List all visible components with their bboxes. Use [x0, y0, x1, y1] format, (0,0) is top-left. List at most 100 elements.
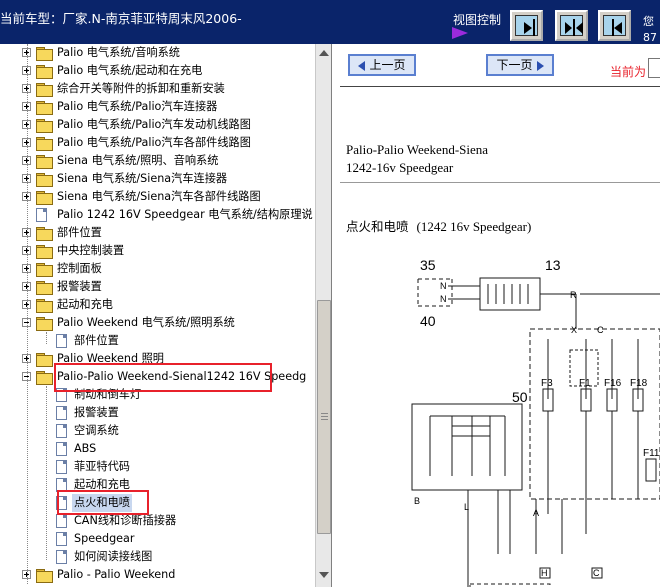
tree-item[interactable]: 空调系统: [0, 422, 320, 440]
label-r-top: R: [570, 290, 577, 300]
label-n-bottom: N: [440, 294, 447, 304]
label-c-top: C: [597, 325, 604, 335]
folder-icon: [36, 227, 53, 241]
next-page-label: 下一页: [496, 58, 533, 72]
folder-icon: [36, 137, 53, 151]
folder-icon: [36, 65, 53, 79]
folder-icon: [36, 317, 53, 331]
folder-icon: [36, 119, 53, 133]
tree-item-label: Palio 电气系统/Palio汽车各部件线路图: [57, 136, 251, 149]
folder-icon: [36, 281, 53, 295]
tree-scrollbar[interactable]: [315, 44, 331, 587]
document-icon: [56, 334, 67, 348]
tree-item-label: Palio 电气系统/Palio汽车发动机线路图: [57, 118, 251, 131]
tree-item[interactable]: ABS: [0, 440, 320, 458]
folder-icon: [36, 83, 53, 97]
tree-guide-line: [27, 44, 28, 584]
wiring-diagram: 35 40 13 50 N N R X C F3 F1 F16 F18 F11 …: [411, 257, 660, 587]
label-f16: F16: [604, 378, 622, 389]
tree-item[interactable]: 部件位置: [0, 224, 320, 242]
document-icon: [36, 208, 47, 222]
tree-item[interactable]: Palio 电气系统/音响系统: [0, 44, 320, 62]
prev-page-label: 上一页: [369, 58, 406, 72]
tree-item-label: 报警装置: [57, 280, 102, 293]
tree-item[interactable]: CAN线和诊断插接器: [0, 512, 320, 530]
label-35: 35: [420, 257, 436, 273]
view-both-panels-button[interactable]: [555, 10, 588, 41]
tree-item-label: 部件位置: [57, 226, 102, 239]
folder-icon: [36, 101, 53, 115]
scroll-down-icon[interactable]: [319, 572, 329, 578]
tree-item-label: ABS: [74, 442, 97, 455]
tree-item[interactable]: 部件位置: [0, 332, 320, 350]
tree-item[interactable]: Palio - Palio Weekend: [0, 566, 320, 584]
view-right-panel-button[interactable]: [510, 10, 543, 41]
panel-right-icon: [515, 15, 538, 36]
label-n-top: N: [440, 281, 447, 291]
highlight-box-selected: [57, 490, 149, 515]
folder-icon: [36, 191, 53, 205]
tree-item[interactable]: Palio 电气系统/起动和在充电: [0, 62, 320, 80]
tree-item[interactable]: 控制面板: [0, 260, 320, 278]
tree-item[interactable]: Palio 1242 16V Speedgear 电气系统/结构原理说: [0, 206, 320, 224]
tree-item[interactable]: 综合开关等附件的拆卸和重新安装: [0, 80, 320, 98]
tree-item[interactable]: Palio 电气系统/Palio汽车各部件线路图: [0, 134, 320, 152]
current-page-input[interactable]: [648, 58, 660, 78]
document-icon: [56, 424, 67, 438]
label-c-bottom: C: [593, 568, 600, 578]
tree-item[interactable]: Palio Weekend 电气系统/照明系统: [0, 314, 320, 332]
tree-item-label: 控制面板: [57, 262, 102, 275]
current-model-title: 当前车型：厂家.N-南京菲亚特周末风2006-: [0, 11, 242, 26]
scrollbar-thumb[interactable]: [317, 300, 331, 534]
tree-item[interactable]: 如何阅读接线图: [0, 548, 320, 566]
label-50: 50: [512, 389, 528, 405]
folder-icon: [36, 173, 53, 187]
tree-item-label: Palio Weekend 电气系统/照明系统: [57, 316, 235, 329]
tree-item[interactable]: 起动和充电: [0, 296, 320, 314]
tree-item-selected[interactable]: 点火和电喷: [0, 494, 320, 512]
label-13: 13: [545, 257, 561, 273]
scroll-up-icon[interactable]: [319, 50, 329, 56]
folder-icon: [36, 299, 53, 313]
tree-item[interactable]: Siena 电气系统/照明、音响系统: [0, 152, 320, 170]
section-title: 点火和电喷 (1242 16v Speedgear): [346, 216, 531, 235]
tree-item-label: Palio 电气系统/起动和在充电: [57, 64, 203, 77]
view-left-panel-button[interactable]: [598, 10, 631, 41]
next-arrow-icon: [536, 60, 544, 71]
tree-item-label: Palio 电气系统/Palio汽车连接器: [57, 100, 218, 113]
next-page-button[interactable]: 下一页: [486, 54, 554, 76]
label-l: L: [464, 502, 469, 512]
label-f11: F11: [643, 448, 660, 459]
tree-item[interactable]: 起动和充电: [0, 476, 320, 494]
page-nav-bar: 上一页 下一页 当前为: [340, 44, 660, 86]
tree-item-label: Siena 电气系统/照明、音响系统: [57, 154, 219, 167]
tree-item[interactable]: Siena 电气系统/Siena汽车各部件线路图: [0, 188, 320, 206]
tree-item[interactable]: 报警装置: [0, 404, 320, 422]
tree-item[interactable]: 中央控制装置: [0, 242, 320, 260]
folder-icon: [36, 245, 53, 259]
label-f1: F1: [579, 378, 591, 389]
tree-item-label: 报警装置: [74, 406, 119, 419]
tree-item[interactable]: Palio 电气系统/Palio汽车连接器: [0, 98, 320, 116]
document-icon: [56, 550, 67, 564]
tree-item-label: 如何阅读接线图: [74, 550, 153, 563]
label-f18: F18: [630, 378, 648, 389]
document-icon: [56, 406, 67, 420]
panel-split-icon: [560, 15, 583, 36]
folder-icon: [36, 47, 53, 61]
tree-item[interactable]: Siena 电气系统/Siena汽车连接器: [0, 170, 320, 188]
doc-divider: [340, 182, 660, 183]
tree-item[interactable]: Speedgear: [0, 530, 320, 548]
prev-page-button[interactable]: 上一页: [348, 54, 416, 76]
label-f3: F3: [541, 378, 553, 389]
label-40: 40: [420, 313, 436, 329]
folder-icon: [36, 569, 53, 583]
top-right-line1: 您: [643, 15, 654, 28]
tree-item[interactable]: 报警装置: [0, 278, 320, 296]
tree-item[interactable]: Palio 电气系统/Palio汽车发动机线路图: [0, 116, 320, 134]
tree-item[interactable]: 菲亚特代码: [0, 458, 320, 476]
highlight-box-folder: [54, 363, 272, 392]
label-h: H: [541, 568, 548, 578]
tree-item-label: 综合开关等附件的拆卸和重新安装: [57, 82, 225, 95]
document-icon: [56, 532, 67, 546]
